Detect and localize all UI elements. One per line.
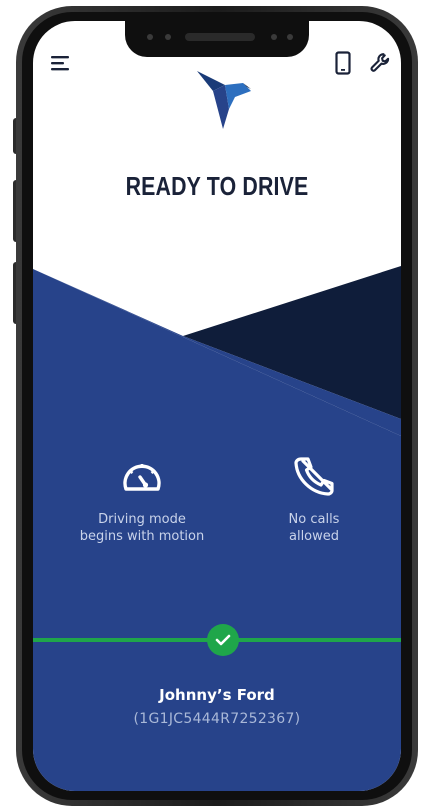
- feature-label-line: begins with motion: [79, 529, 205, 544]
- page-title: READY TO DRIVE: [125, 171, 309, 201]
- wrench-icon[interactable]: [367, 49, 395, 77]
- checkmark-icon: [207, 624, 239, 656]
- camera-dot: [147, 34, 153, 40]
- no-calls-feature: No calls allowed: [229, 453, 399, 545]
- background-shapes: [33, 266, 401, 791]
- camera-dot: [287, 34, 293, 40]
- app-screen: READY TO DRIVE Driving mode begins with …: [33, 21, 401, 791]
- phone-notch: [125, 21, 309, 57]
- vehicle-vin: (1G1JC5444R7252367): [133, 711, 301, 727]
- hamburger-menu-icon[interactable]: [47, 49, 75, 77]
- bird-logo-icon: [195, 69, 255, 136]
- feature-label: No calls allowed: [229, 511, 399, 545]
- vehicle-name: Johnny’s Ford: [159, 686, 275, 704]
- speedometer-icon: [57, 453, 227, 499]
- feature-label: Driving mode begins with motion: [57, 511, 227, 545]
- sensor-dot: [271, 34, 277, 40]
- phone-device-icon[interactable]: [329, 49, 357, 77]
- feature-label-line: No calls: [288, 512, 340, 527]
- sensor-dot: [165, 34, 171, 40]
- phone-mockup: READY TO DRIVE Driving mode begins with …: [0, 0, 424, 810]
- phone-blocked-icon: [229, 453, 399, 499]
- feature-label-line: allowed: [288, 529, 340, 544]
- feature-label-line: Driving mode: [98, 512, 186, 527]
- earpiece-speaker: [185, 33, 255, 41]
- driving-mode-feature: Driving mode begins with motion: [57, 453, 227, 545]
